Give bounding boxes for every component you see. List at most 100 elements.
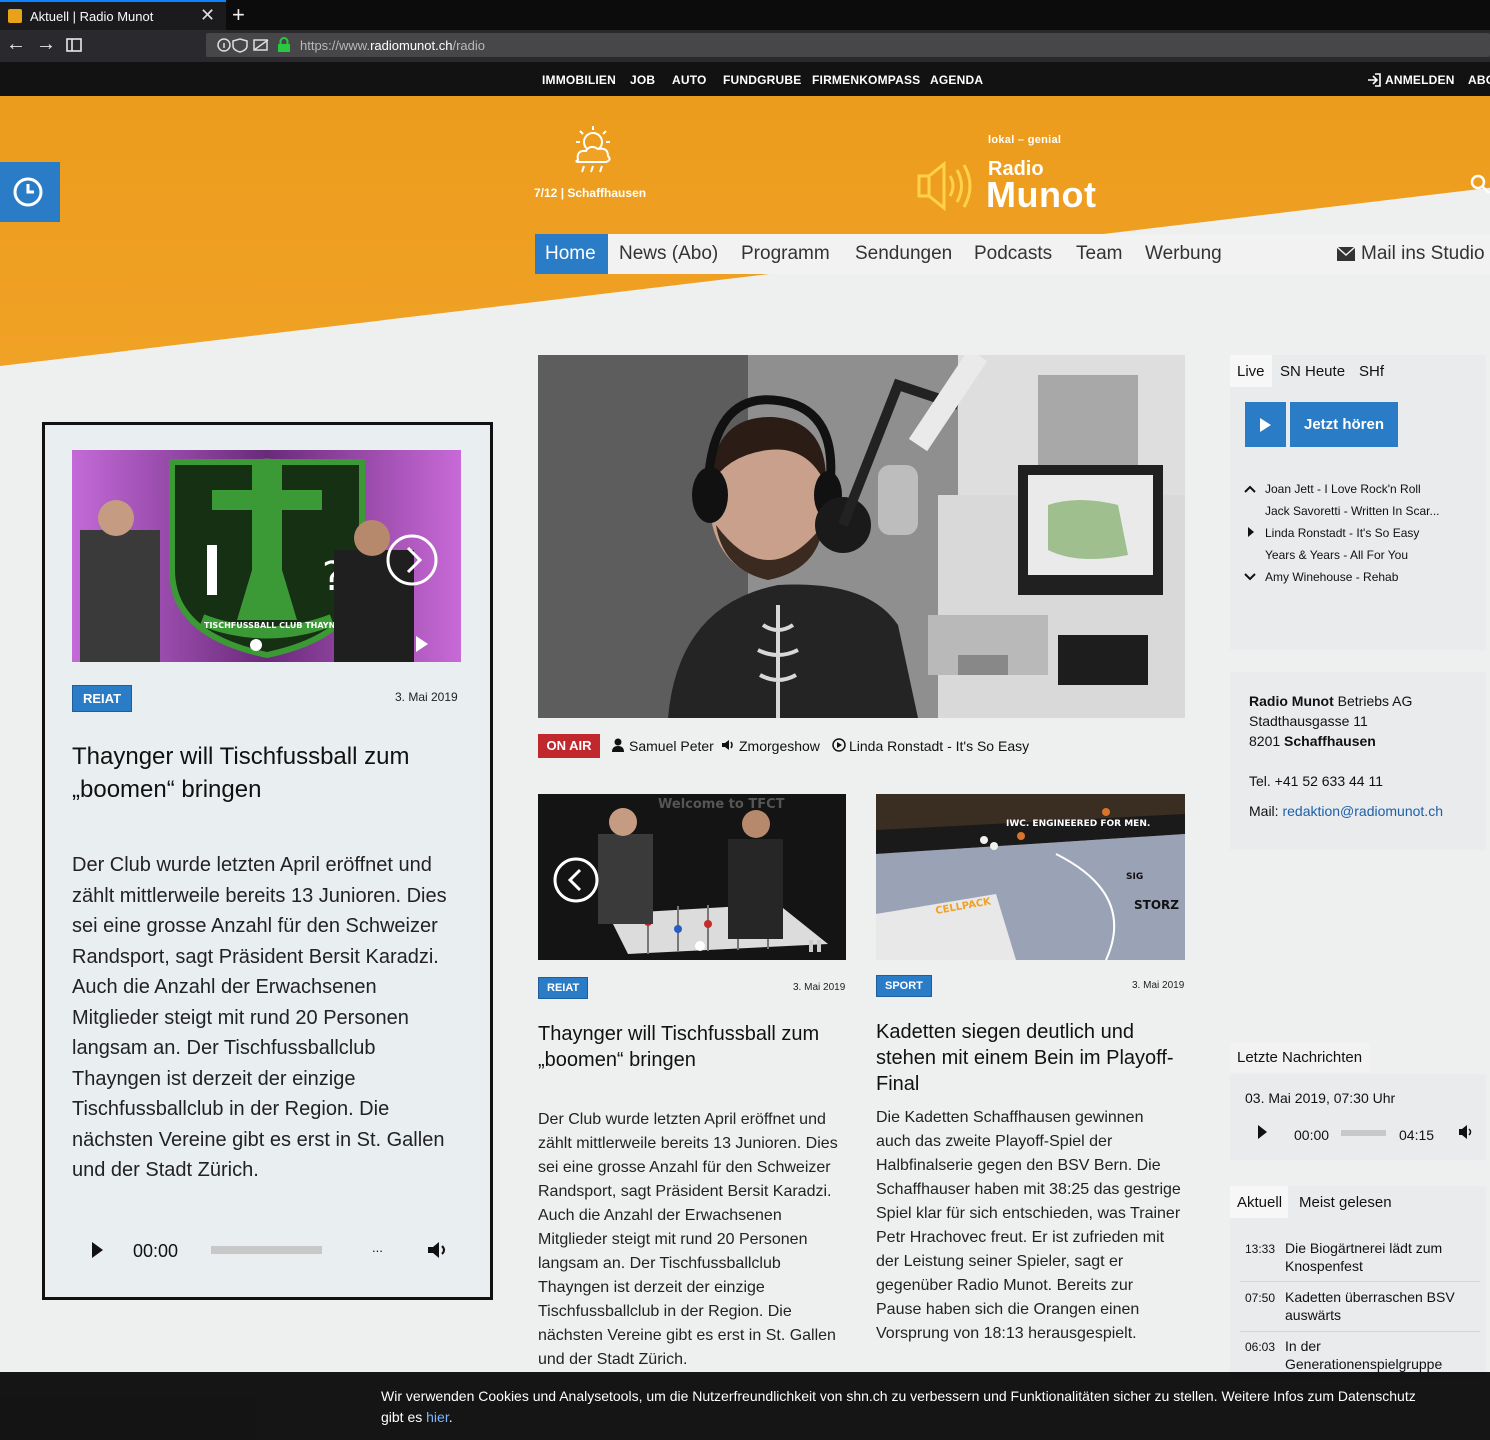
playlist-current-icon: [1248, 527, 1254, 537]
close-tab-icon[interactable]: ✕: [200, 5, 215, 26]
news-item-divider: [1240, 1331, 1480, 1332]
featured-play-icon[interactable]: [92, 1242, 103, 1258]
news-item-link[interactable]: In der Generationenspielgruppe: [1285, 1337, 1465, 1373]
listen-now-button[interactable]: Jetzt hören: [1290, 402, 1398, 447]
weather-text[interactable]: 7/12 | Schaffhausen: [534, 186, 646, 200]
article1-date: 3. Mai 2019: [793, 982, 846, 993]
play-icon: [1260, 418, 1271, 432]
article2-title[interactable]: Kadetten siegen deutlich und stehen mit …: [876, 1019, 1181, 1097]
news-item-link[interactable]: Die Biogärtnerei lädt zum Knospenfest: [1285, 1239, 1465, 1275]
forward-icon[interactable]: →: [36, 33, 56, 56]
news-player-progress[interactable]: [1341, 1130, 1386, 1136]
featured-date: 3. Mai 2019: [395, 690, 458, 704]
menu-mail-studio[interactable]: Mail ins Studio: [1361, 243, 1485, 265]
topnav-agenda[interactable]: AGENDA: [930, 73, 983, 87]
live-play-button[interactable]: [1245, 402, 1286, 447]
article2-text: Die Kadetten Schaffhausen gewinnen auch …: [876, 1109, 1181, 1342]
search-icon[interactable]: [1470, 174, 1490, 194]
news-item-link[interactable]: Kadetten überraschen BSV auswärts: [1285, 1288, 1465, 1324]
topnav-auto[interactable]: AUTO: [672, 73, 707, 87]
show-volume-icon: [722, 740, 733, 750]
tab-aktuell[interactable]: Aktuell: [1237, 1194, 1282, 1211]
logo-munot-text[interactable]: Munot: [986, 174, 1096, 216]
topnav-job[interactable]: JOB: [630, 73, 655, 87]
featured-player-progress[interactable]: [211, 1246, 322, 1254]
login-icon[interactable]: [1367, 73, 1381, 87]
site-info-icon[interactable]: [216, 37, 274, 53]
new-tab-button[interactable]: +: [232, 2, 245, 28]
carousel-dot-icon[interactable]: [250, 639, 262, 651]
topnav-firmenkompass[interactable]: FIRMENKOMPASS: [812, 73, 920, 87]
article1-title[interactable]: Thaynger will Tischfussball zum „boomen“…: [538, 1021, 838, 1073]
article2-banner-iwc: IWC. ENGINEERED FOR MEN.: [1006, 819, 1150, 829]
contact-street: Stadthausgasse 11: [1249, 713, 1368, 729]
menu-home[interactable]: Home: [535, 234, 608, 274]
cookie-text: Wir verwenden Cookies und Analysetools, …: [381, 1388, 1416, 1425]
playlist-item[interactable]: Linda Ronstadt - It's So Easy: [1265, 526, 1419, 540]
onair-host[interactable]: Samuel Peter: [629, 738, 714, 754]
menu-werbung[interactable]: Werbung: [1145, 243, 1222, 265]
menu-podcasts[interactable]: Podcasts: [974, 243, 1052, 265]
menu-news[interactable]: News (Abo): [619, 243, 718, 265]
news-player-start: 00:00: [1294, 1127, 1330, 1143]
clock-icon: [13, 177, 43, 207]
menu-home-label: Home: [545, 243, 596, 264]
playlist-item[interactable]: Joan Jett - I Love Rock'n Roll: [1265, 482, 1421, 496]
abo-link[interactable]: ABO: [1468, 73, 1490, 87]
login-link[interactable]: ANMELDEN: [1385, 73, 1455, 87]
news-volume-icon[interactable]: [1458, 1124, 1474, 1140]
back-icon[interactable]: ←: [6, 33, 26, 56]
article2-tag[interactable]: SPORT: [876, 975, 932, 997]
contact-mail-link[interactable]: redaktion@radiomunot.ch: [1282, 803, 1443, 819]
header-banner: [0, 96, 1490, 366]
onair-song[interactable]: Linda Ronstadt - It's So Easy: [849, 738, 1029, 754]
tab-meist-gelesen[interactable]: Meist gelesen: [1299, 1194, 1392, 1211]
contact-tel[interactable]: Tel. +41 52 633 44 11: [1249, 773, 1383, 789]
live-panel: [1230, 355, 1486, 650]
on-air-badge: ON AIR: [538, 734, 600, 758]
topnav-immobilien[interactable]: IMMOBILIEN: [542, 73, 616, 87]
article2-date: 3. Mai 2019: [1132, 980, 1185, 991]
menu-sendungen[interactable]: Sendungen: [855, 243, 952, 265]
article1-tag[interactable]: REIAT: [538, 977, 589, 999]
article1-text: Der Club wurde letzten April eröffnet un…: [538, 1111, 838, 1368]
article1-dot-icon[interactable]: [695, 941, 705, 951]
tab-shf[interactable]: SHf: [1359, 363, 1384, 380]
playlist-item[interactable]: Jack Savoretti - Written In Scar...: [1265, 504, 1440, 518]
menu-programm[interactable]: Programm: [741, 243, 830, 265]
cookie-privacy-link[interactable]: hier: [426, 1409, 449, 1425]
playlist-item[interactable]: Years & Years - All For You: [1265, 548, 1408, 562]
featured-player-dots: ...: [372, 1240, 383, 1255]
studio-image[interactable]: [538, 355, 1185, 718]
onair-show[interactable]: Zmorgeshow: [739, 738, 820, 754]
topnav-fundgrube[interactable]: FUNDGRUBE: [723, 73, 801, 87]
playlist-item[interactable]: Amy Winehouse - Rehab: [1265, 570, 1398, 584]
news-item-time: 13:33: [1245, 1242, 1276, 1256]
radio-speaker-icon[interactable]: [916, 160, 976, 212]
weather-icon[interactable]: [568, 122, 618, 178]
url-text[interactable]: https://www.radiomunot.ch/radio: [300, 38, 485, 53]
featured-title[interactable]: Thaynger will Tischfussball zum „boomen“…: [72, 740, 452, 806]
article2-banner-sig: SIG: [1126, 872, 1143, 882]
menu-team[interactable]: Team: [1076, 243, 1122, 265]
featured-tag[interactable]: REIAT: [72, 685, 133, 712]
song-play-icon: [832, 738, 846, 752]
tab-sn-heute[interactable]: SN Heute: [1280, 363, 1345, 380]
news-play-icon[interactable]: [1258, 1125, 1267, 1139]
featured-volume-icon[interactable]: [427, 1240, 449, 1260]
sidebar-toggle-icon[interactable]: [66, 38, 82, 52]
browser-tab[interactable]: Aktuell | Radio Munot ✕: [0, 0, 226, 30]
playlist-down-icon[interactable]: [1244, 572, 1256, 582]
mail-icon[interactable]: [1336, 246, 1356, 262]
featured-article-image[interactable]: ? TISCHFUSSBALL CLUB THAYNGEN: [72, 450, 461, 662]
history-button[interactable]: [0, 162, 60, 222]
news-item-time: 07:50: [1245, 1291, 1276, 1305]
tab-live[interactable]: Live: [1237, 363, 1265, 380]
news-item-divider: [1240, 1281, 1480, 1282]
article2-image[interactable]: IWC. ENGINEERED FOR MEN. CELLPACK STORZ …: [876, 794, 1185, 960]
tab-title: Aktuell | Radio Munot: [30, 9, 154, 24]
article1-image[interactable]: Welcome to TFCT: [538, 794, 846, 960]
article2-banner-storz: STORZ: [1134, 898, 1179, 912]
playlist-up-icon[interactable]: [1244, 484, 1256, 494]
contact-city: 8201 Schaffhausen: [1249, 733, 1376, 749]
